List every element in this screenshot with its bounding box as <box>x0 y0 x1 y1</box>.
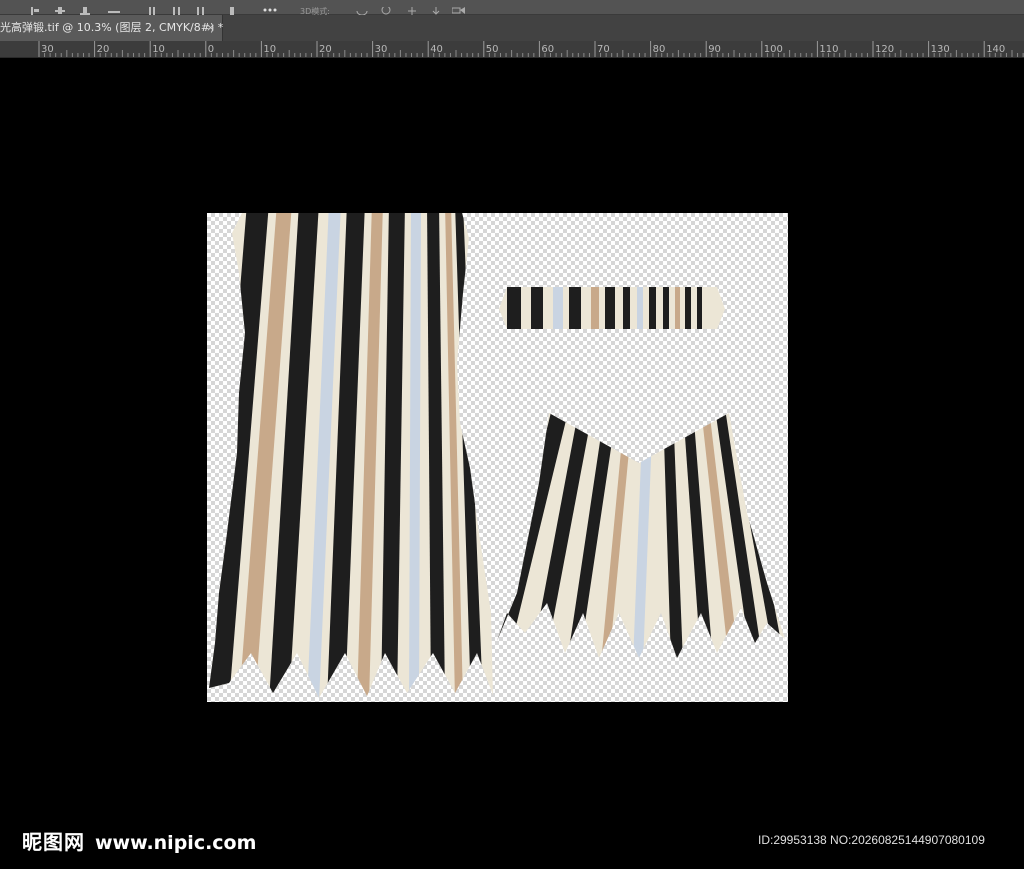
svg-text:3D模式:: 3D模式: <box>300 7 330 15</box>
ruler-label: 70 <box>597 44 610 55</box>
horizontal-ruler[interactable]: 30 20 10 0 10 20 30 40 50 60 70 80 90 100 110 120 130 140 <box>0 41 1024 58</box>
video-3d-icon[interactable] <box>451 0 465 14</box>
document-tab[interactable]: 光高弹锻.tif @ 10.3% (图层 2, CMYK/8#) * × <box>0 15 223 41</box>
ruler-label: 130 <box>931 44 950 55</box>
ruler-label: 30 <box>375 44 388 55</box>
scale-3d-icon[interactable] <box>430 0 440 15</box>
pan-3d-icon[interactable] <box>380 0 391 15</box>
ruler-label: 50 <box>486 44 499 55</box>
ruler-label: 60 <box>541 44 554 55</box>
ruler-label: 110 <box>819 44 838 55</box>
ruler-label: 100 <box>764 44 783 55</box>
document-canvas[interactable] <box>207 213 788 702</box>
align-bottom-edges-icon[interactable] <box>80 0 90 15</box>
distribute-right-icon[interactable] <box>196 0 206 15</box>
watermark-logo: 昵图网 www.nipic.com <box>22 826 256 855</box>
align-vertical-centers-icon[interactable] <box>55 0 65 14</box>
more-options-icon[interactable] <box>262 0 277 12</box>
ruler-label: 140 <box>986 44 1005 55</box>
slide-3d-icon[interactable] <box>406 0 416 15</box>
ruler-label: 0 <box>208 44 214 55</box>
watermark-logo-text: 昵图网 <box>22 830 85 854</box>
ruler-label: 10 <box>263 44 276 55</box>
watermark-url: www.nipic.com <box>95 832 257 854</box>
close-icon[interactable]: × <box>206 15 215 41</box>
orbit-icon[interactable] <box>356 0 368 16</box>
ruler-label: 20 <box>319 44 332 55</box>
document-tab-bar: 光高弹锻.tif @ 10.3% (图层 2, CMYK/8#) * × <box>0 15 1024 41</box>
3d-mode-icon[interactable]: 3D模式: <box>300 0 330 16</box>
watermark-id: ID:29953138 NO:20260825144907080109 <box>758 833 985 847</box>
distribute-horizontal-icon[interactable] <box>172 0 182 15</box>
distribute-left-icon[interactable] <box>148 0 158 15</box>
ruler-label: 120 <box>875 44 894 55</box>
align-horizontal-icon[interactable] <box>108 0 120 13</box>
align-left-edges-icon[interactable] <box>30 0 40 15</box>
ruler-label: 90 <box>708 44 721 55</box>
pattern-artwork <box>209 213 785 698</box>
ruler-label: 30 <box>41 44 54 55</box>
ruler-label: 40 <box>430 44 443 55</box>
document-tab-title: 光高弹锻.tif @ 10.3% (图层 2, CMYK/8#) * <box>0 21 224 34</box>
ruler-label: 20 <box>97 44 110 55</box>
ruler-label: 10 <box>152 44 165 55</box>
ruler-label: 80 <box>653 44 666 55</box>
options-toolbar: 3D模式: <box>0 0 1024 16</box>
distribute-widths-icon[interactable] <box>228 0 238 15</box>
